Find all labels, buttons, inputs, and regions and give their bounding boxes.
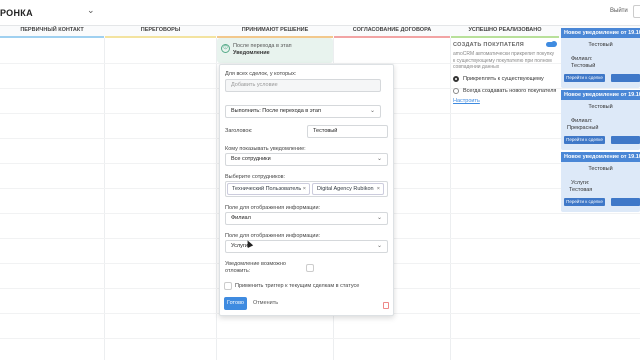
field1-value: Филиал bbox=[231, 215, 251, 221]
staff-tag[interactable]: Digital Agency Rubikon × bbox=[312, 183, 384, 195]
trigger-condition: После перехода в этап bbox=[233, 43, 292, 49]
header-input[interactable]: Тестовый bbox=[307, 125, 388, 138]
snooze-label-2: отложить: bbox=[225, 268, 251, 274]
settings-link[interactable]: Настроить bbox=[453, 98, 480, 104]
stage-label: ПЕРВИЧНЫЙ КОНТАКТ bbox=[20, 27, 84, 33]
notification-field: Филиал: bbox=[571, 118, 593, 124]
go-to-deal-button[interactable]: Перейти к сделке bbox=[564, 74, 605, 82]
execute-select[interactable]: Выполнить: После перехода в этап ⌄ bbox=[225, 105, 381, 118]
go-to-deal-button[interactable]: Перейти к сделке bbox=[564, 136, 605, 144]
create-customer-toggle[interactable] bbox=[546, 41, 557, 47]
notification-value: Тестовый bbox=[571, 63, 596, 69]
notification-action-button[interactable] bbox=[611, 136, 640, 144]
chevron-down-icon: ⌄ bbox=[376, 243, 382, 249]
for-all-label: Для всех сделок, у которых: bbox=[225, 71, 297, 77]
staff-tag[interactable]: Технический Пользователь × bbox=[227, 183, 310, 195]
apply-label: Применить триггер к текущим сделкам в ст… bbox=[235, 283, 360, 289]
search-box[interactable] bbox=[633, 5, 640, 18]
cancel-button[interactable]: Отменить bbox=[253, 297, 278, 310]
show-to-select[interactable]: Все сотрудники ⌄ bbox=[225, 153, 388, 166]
create-customer-panel: СОЗДАТЬ ПОКУПАТЕЛЯ amoCRM автоматически … bbox=[451, 38, 559, 108]
exit-button[interactable]: Выйти bbox=[610, 8, 628, 14]
notification-field: Филиал: bbox=[571, 56, 593, 62]
chevron-down-icon[interactable]: ⌄ bbox=[87, 5, 95, 16]
create-new-radio[interactable] bbox=[453, 88, 459, 94]
attach-existing-radio[interactable] bbox=[453, 76, 459, 82]
stage-success[interactable]: УСПЕШНО РЕАЛИЗОВАНО bbox=[451, 26, 559, 38]
stage-primary-contact[interactable]: ПЕРВИЧНЫЙ КОНТАКТ bbox=[0, 26, 104, 38]
execute-value: Выполнить: После перехода в этап bbox=[231, 108, 321, 114]
notification-action-button[interactable] bbox=[611, 74, 640, 82]
trigger-icon: ⊙ bbox=[221, 44, 230, 53]
notification-value: Тестовая bbox=[569, 187, 593, 193]
staff-tag-label: Технический Пользователь bbox=[232, 186, 302, 192]
staff-tag-label: Digital Agency Rubikon bbox=[317, 186, 374, 192]
stage-decision[interactable]: ПРИНИМАЮТ РЕШЕНИЕ bbox=[217, 26, 333, 38]
chevron-down-icon: ⌄ bbox=[369, 108, 375, 114]
field1-label: Поле для отображения информации: bbox=[225, 205, 321, 211]
header-label: Заголовок: bbox=[225, 128, 253, 134]
go-to-deal-button[interactable]: Перейти к сделке bbox=[564, 198, 605, 206]
attach-existing-label: Прикреплять к существующему bbox=[463, 76, 544, 82]
stage-label: СОГЛАСОВАНИЕ ДОГОВОРА bbox=[352, 27, 432, 33]
stage-label: ПРИНИМАЮТ РЕШЕНИЕ bbox=[241, 27, 309, 33]
pipeline-title: РОНКА bbox=[0, 8, 33, 18]
stage-negotiation[interactable]: ПЕРЕГОВОРЫ bbox=[105, 26, 216, 38]
notification-header: Новое уведомление от 19.10.2 bbox=[561, 90, 640, 100]
create-customer-description: amoCRM автоматически прикрепит покупку к… bbox=[453, 51, 555, 70]
add-condition-field[interactable]: Добавить условие bbox=[225, 79, 381, 92]
notification-card: Новое уведомление от 19.10.2 Тестовый Ус… bbox=[561, 152, 640, 212]
chevron-down-icon: ⌄ bbox=[376, 215, 382, 221]
notification-header: Новое уведомление от 19.10.2 bbox=[561, 152, 640, 162]
snooze-label: Уведомление возможно bbox=[225, 261, 286, 267]
close-icon[interactable]: × bbox=[377, 184, 380, 194]
notification-title: Тестовый bbox=[588, 104, 613, 110]
notification-header: Новое уведомление от 19.10.2 bbox=[561, 28, 640, 38]
field1-select[interactable]: Филиал ⌄ bbox=[225, 212, 388, 225]
show-to-value: Все сотрудники bbox=[231, 156, 271, 162]
show-to-label: Кому показывать уведомление: bbox=[225, 146, 306, 152]
stage-label: УСПЕШНО РЕАЛИЗОВАНО bbox=[468, 27, 542, 33]
create-new-label: Всегда создавать нового покупателя bbox=[463, 88, 557, 94]
top-bar: РОНКА ⌄ Выйти bbox=[0, 0, 640, 26]
add-condition-placeholder: Добавить условие bbox=[231, 82, 278, 88]
header-value: Тестовый bbox=[313, 128, 338, 134]
notification-card: Новое уведомление от 19.10.2 Тестовый Фи… bbox=[561, 90, 640, 150]
notification-action-button[interactable] bbox=[611, 198, 640, 206]
snooze-checkbox[interactable] bbox=[306, 264, 314, 272]
notification-card: Новое уведомление от 19.10.2 Тестовый Фи… bbox=[561, 28, 640, 88]
stage-contract[interactable]: СОГЛАСОВАНИЕ ДОГОВОРА bbox=[334, 26, 450, 38]
trigger-card[interactable]: ⊙ После перехода в этап Уведомление bbox=[217, 38, 333, 63]
field2-label: Поле для отображения информации: bbox=[225, 233, 321, 239]
done-button[interactable]: Готово bbox=[224, 297, 247, 310]
close-icon[interactable]: × bbox=[303, 184, 306, 194]
pipeline-stages: ПЕРВИЧНЫЙ КОНТАКТ ПЕРЕГОВОРЫ ПРИНИМАЮТ Р… bbox=[0, 26, 640, 38]
notification-title: Тестовый bbox=[588, 166, 613, 172]
stage-label: ПЕРЕГОВОРЫ bbox=[140, 27, 181, 33]
notification-field: Услуги: bbox=[571, 180, 590, 186]
create-customer-heading: СОЗДАТЬ ПОКУПАТЕЛЯ bbox=[453, 42, 525, 48]
chevron-down-icon: ⌄ bbox=[376, 156, 382, 162]
select-staff-label: Выберите сотрудников: bbox=[225, 174, 286, 180]
trash-icon[interactable] bbox=[383, 302, 389, 309]
notification-value: Прекрасный bbox=[567, 125, 599, 131]
trigger-type: Уведомление bbox=[233, 50, 270, 56]
apply-checkbox[interactable] bbox=[224, 282, 232, 290]
notification-title: Тестовый bbox=[588, 42, 613, 48]
